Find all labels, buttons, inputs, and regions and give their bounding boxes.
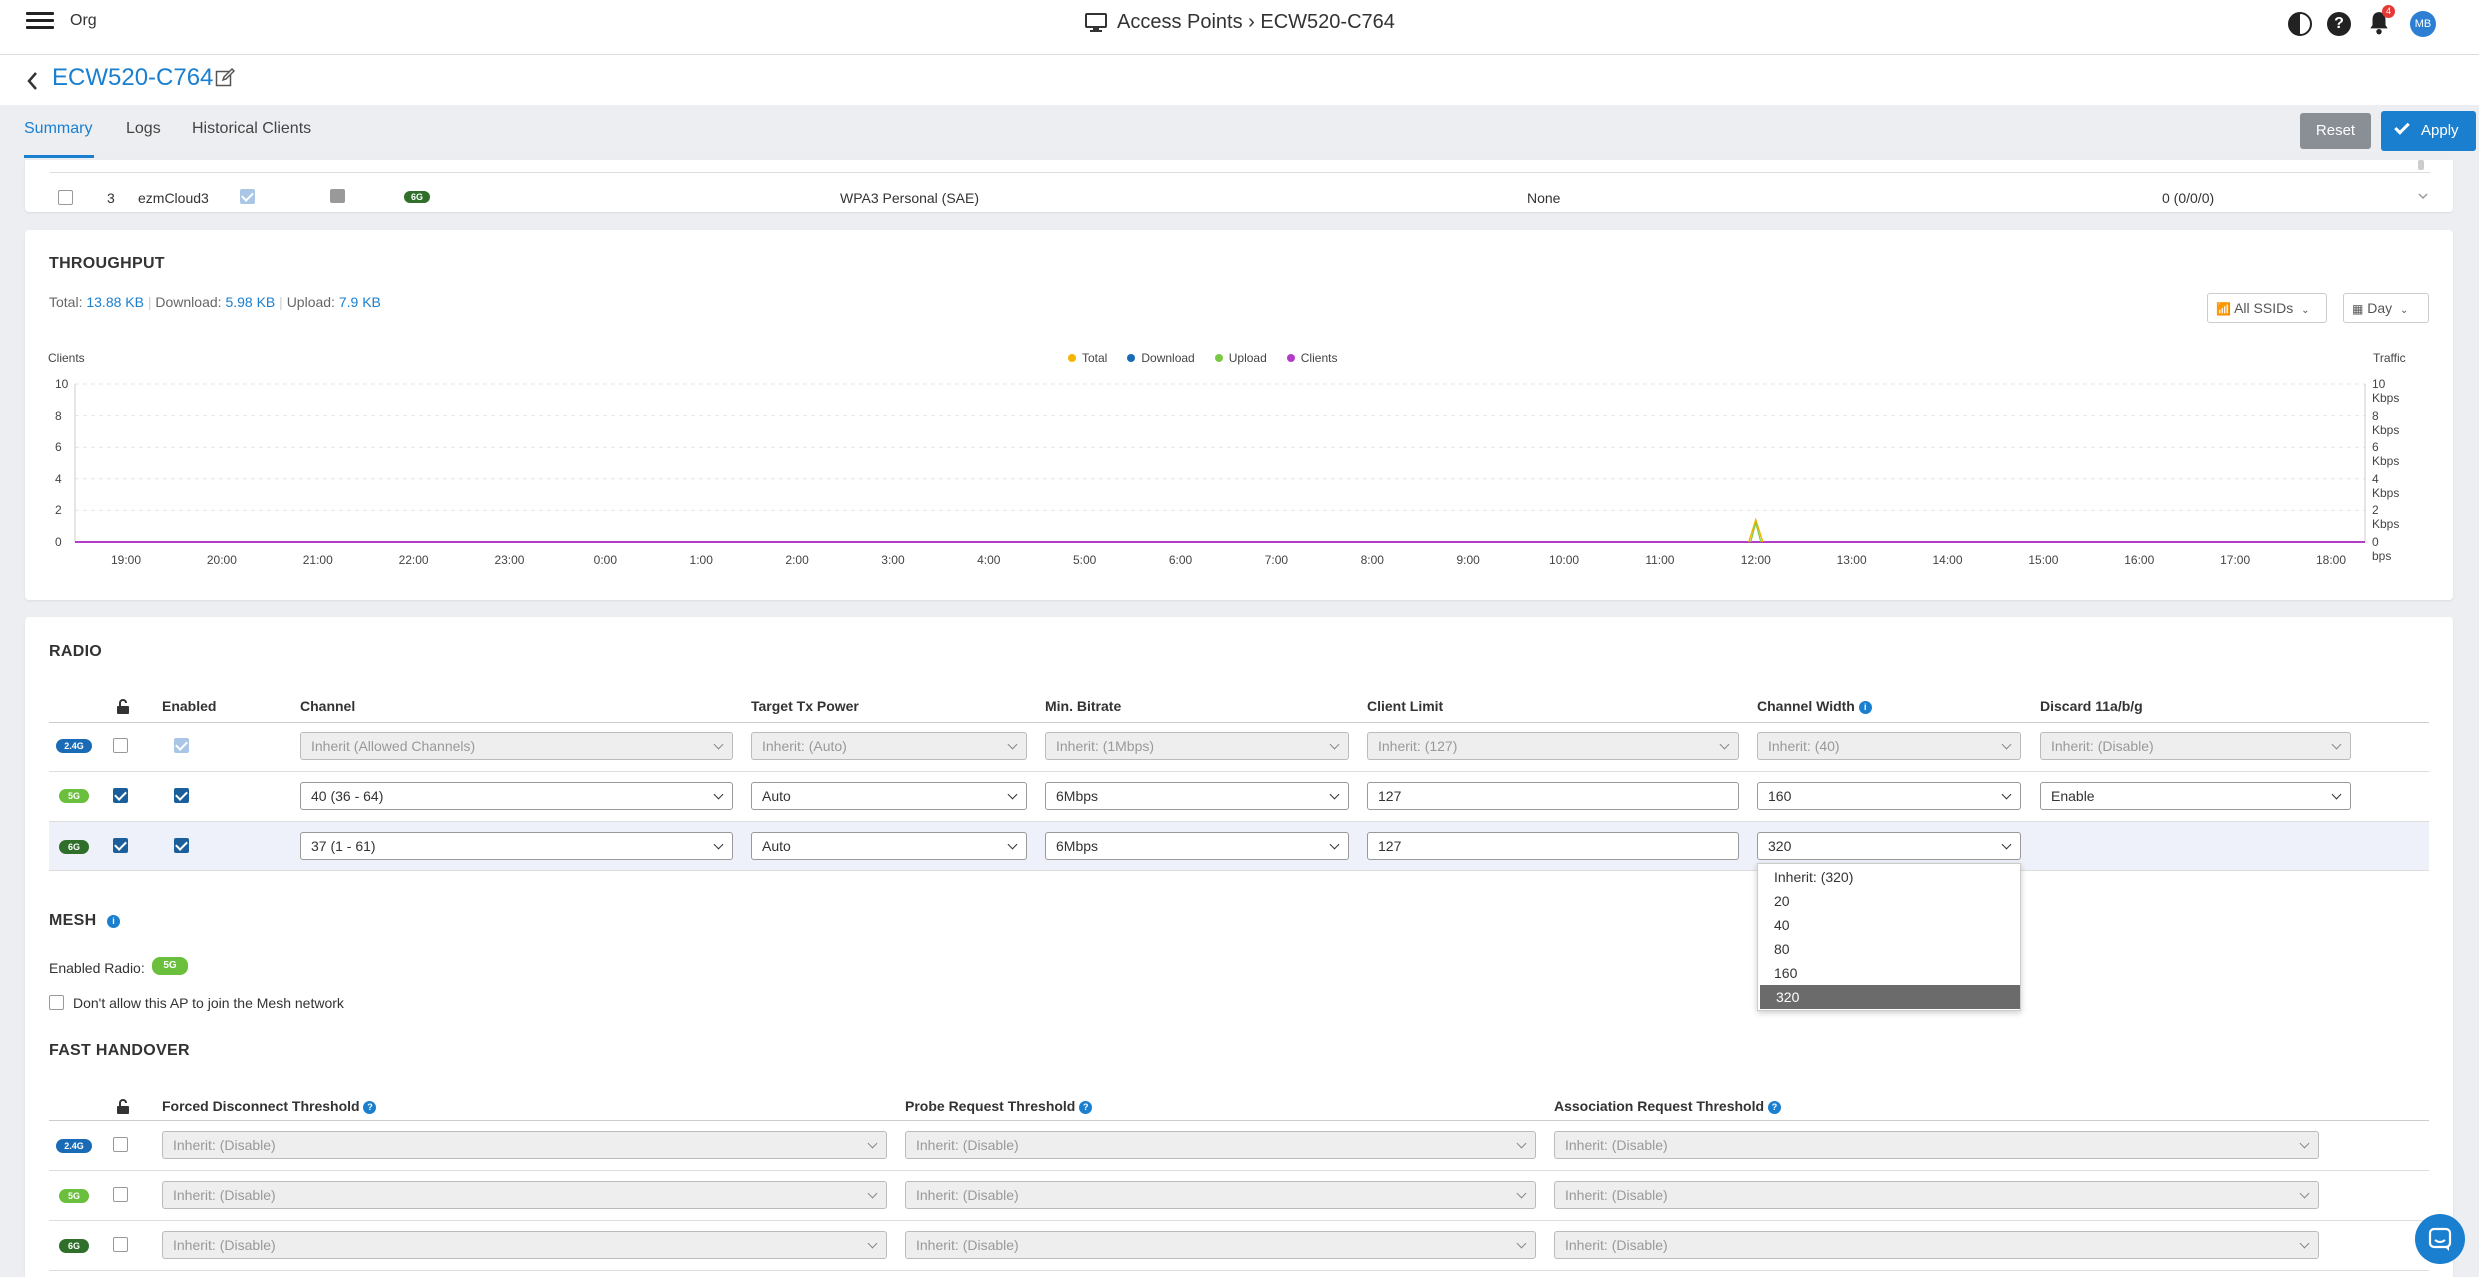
info-icon[interactable]: ?: [1079, 1101, 1093, 1114]
channel-width-option[interactable]: 40: [1758, 913, 2020, 937]
radio-lock-checkbox-2.4g[interactable]: [113, 738, 128, 753]
fh-lock-checkbox-5g[interactable]: [113, 1187, 128, 1202]
header-channel: Channel: [300, 698, 356, 714]
bitrate-select-5g[interactable]: 6Mbps: [1045, 782, 1349, 810]
header-discard: Discard 11a/b/g: [2040, 698, 2143, 714]
lock-open-icon: [117, 699, 129, 714]
row-divider: [49, 1270, 2429, 1271]
band-badge-5g: 5G: [59, 789, 89, 803]
channel-select-5g[interactable]: 40 (36 - 64): [300, 782, 733, 810]
channel-width-dropdown-list[interactable]: Inherit: (320) 20 40 80 160 320: [1757, 863, 2021, 1011]
header-assoc-label: Association Request Threshold: [1554, 1098, 1765, 1114]
fh-lock-checkbox-2.4g[interactable]: [113, 1137, 128, 1152]
tx-power-select-6g[interactable]: Auto: [751, 832, 1027, 860]
fh-lock-checkbox-6g[interactable]: [113, 1237, 128, 1252]
header-channel-width: Channel Width i: [1757, 698, 1872, 714]
header-enabled: Enabled: [162, 698, 217, 714]
radio-enabled-checkbox-5g[interactable]: [174, 788, 189, 803]
mesh-dont-allow-label: Don't allow this AP to join the Mesh net…: [73, 995, 344, 1011]
fh-assoc-select-2.4g: Inherit: (Disable): [1554, 1131, 2319, 1159]
row-divider: [49, 771, 2429, 772]
mesh-dont-allow-checkbox[interactable]: [49, 995, 64, 1010]
info-icon[interactable]: ?: [363, 1101, 377, 1114]
fast-handover-title: FAST HANDOVER: [49, 1042, 190, 1059]
radio-title: RADIO: [49, 643, 103, 660]
header-divider: [49, 722, 2429, 723]
band-badge-2.4g: 2.4G: [56, 739, 92, 753]
radio-enabled-checkbox-6g[interactable]: [174, 838, 189, 853]
header-tx-power: Target Tx Power: [751, 698, 859, 714]
header-probe-request: Probe Request Threshold ?: [905, 1098, 1093, 1114]
fh-probe-select-2.4g: Inherit: (Disable): [905, 1131, 1536, 1159]
bitrate-select-2.4g: Inherit: (1Mbps): [1045, 732, 1349, 760]
fh-probe-select-5g: Inherit: (Disable): [905, 1181, 1536, 1209]
fh-probe-select-6g: Inherit: (Disable): [905, 1231, 1536, 1259]
header-association-request: Association Request Threshold ?: [1554, 1098, 1781, 1114]
chat-icon: [2428, 1227, 2452, 1251]
tx-power-select-5g[interactable]: Auto: [751, 782, 1027, 810]
discard-select-2.4g: Inherit: (Disable): [2040, 732, 2351, 760]
header-channel-width-label: Channel Width: [1757, 698, 1855, 714]
radio-enabled-checkbox-2.4g: [174, 738, 189, 753]
mesh-title-text: MESH: [49, 912, 97, 929]
info-icon[interactable]: i: [1858, 701, 1872, 714]
channel-width-option-selected[interactable]: 320: [1760, 985, 2020, 1009]
channel-width-select-6g[interactable]: 320: [1757, 832, 2021, 860]
header-client-limit: Client Limit: [1367, 698, 1444, 714]
info-icon[interactable]: i: [107, 915, 121, 928]
channel-width-option[interactable]: 20: [1758, 889, 2020, 913]
channel-select-2.4g: Inherit (Allowed Channels): [300, 732, 733, 760]
fh-band-badge-2.4g: 2.4G: [56, 1139, 92, 1153]
channel-width-option[interactable]: 80: [1758, 937, 2020, 961]
header-forced-disconnect: Forced Disconnect Threshold ?: [162, 1098, 377, 1114]
radio-card: [25, 617, 2453, 1277]
radio-lock-checkbox-5g[interactable]: [113, 788, 128, 803]
enabled-radio-label: Enabled Radio:: [49, 960, 145, 976]
chat-button[interactable]: [2415, 1214, 2465, 1264]
row-divider: [49, 1170, 2429, 1171]
throughput-chart: [74, 383, 2366, 543]
header-probe-label: Probe Request Threshold: [905, 1098, 1076, 1114]
row-divider: [49, 1220, 2429, 1221]
fh-band-badge-5g: 5G: [59, 1189, 89, 1203]
fh-assoc-select-6g: Inherit: (Disable): [1554, 1231, 2319, 1259]
fh-band-badge-6g: 6G: [59, 1239, 89, 1253]
tx-power-select-2.4g: Inherit: (Auto): [751, 732, 1027, 760]
mesh-enabled-radio-badge: 5G: [152, 957, 188, 975]
channel-width-select-2.4g: Inherit: (40): [1757, 732, 2021, 760]
channel-select-6g[interactable]: 37 (1 - 61): [300, 832, 733, 860]
fh-forced-select-6g: Inherit: (Disable): [162, 1231, 887, 1259]
header-divider: [49, 1120, 2429, 1121]
band-badge-6g: 6G: [59, 840, 89, 854]
radio-lock-checkbox-6g[interactable]: [113, 838, 128, 853]
lock-open-icon: [117, 1099, 129, 1114]
bitrate-select-6g[interactable]: 6Mbps: [1045, 832, 1349, 860]
info-icon[interactable]: ?: [1767, 1101, 1781, 1114]
client-limit-input-5g[interactable]: 127: [1367, 782, 1739, 810]
fh-assoc-select-5g: Inherit: (Disable): [1554, 1181, 2319, 1209]
channel-width-select-5g[interactable]: 160: [1757, 782, 2021, 810]
channel-width-option[interactable]: 160: [1758, 961, 2020, 985]
channel-width-option[interactable]: Inherit: (320): [1758, 865, 2020, 889]
fh-forced-select-5g: Inherit: (Disable): [162, 1181, 887, 1209]
fh-forced-select-2.4g: Inherit: (Disable): [162, 1131, 887, 1159]
mesh-title: MESH i: [49, 912, 121, 930]
row-divider: [49, 870, 2429, 871]
header-forced-label: Forced Disconnect Threshold: [162, 1098, 360, 1114]
header-min-bitrate: Min. Bitrate: [1045, 698, 1122, 714]
client-limit-select-2.4g: Inherit: (127): [1367, 732, 1739, 760]
discard-select-5g[interactable]: Enable: [2040, 782, 2351, 810]
client-limit-input-6g[interactable]: 127: [1367, 832, 1739, 860]
